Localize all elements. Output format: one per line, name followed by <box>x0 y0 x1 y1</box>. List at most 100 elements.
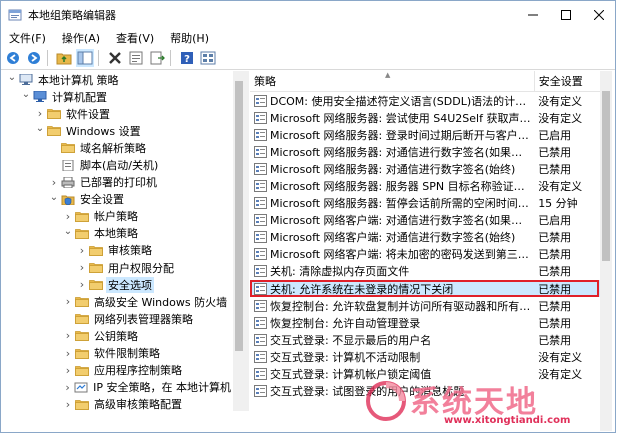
table-row[interactable]: Microsoft 网络服务器: 服务器 SPN 目标名称验证级别 没有定义 <box>250 177 600 194</box>
tree-item[interactable]: ⌄ 本地计算机 策略 <box>3 71 233 88</box>
table-row[interactable]: Microsoft 网络服务器: 对通信进行数字签名(始终) 已禁用 <box>250 160 600 177</box>
tree-item[interactable]: 脚本(启动/关机) <box>3 156 233 173</box>
pane-splitter[interactable] <box>245 71 249 411</box>
menu-file[interactable]: 文件(F) <box>1 30 54 46</box>
help-button[interactable]: ? <box>178 49 196 67</box>
properties-button[interactable] <box>127 49 145 67</box>
tree-item[interactable]: › 应用程序控制策略 <box>3 362 233 379</box>
folder-icon <box>89 246 103 256</box>
column-header-setting[interactable]: 安全设置 <box>535 71 600 91</box>
table-row[interactable]: 交互式登录: 计算机帐户锁定阈值 没有定义 <box>250 366 600 383</box>
tree-item-label: 用户权限分配 <box>108 261 174 275</box>
chevron-right-icon[interactable]: › <box>77 278 87 291</box>
list-scrollbar[interactable] <box>600 71 612 431</box>
tree-item[interactable]: ⌄ 安全设置 <box>3 191 233 208</box>
tree-item[interactable]: › 公钥策略 <box>3 327 233 344</box>
chevron-down-icon[interactable]: ⌄ <box>7 72 17 83</box>
policy-setting-icon <box>254 145 267 158</box>
policy-cell: 交互式登录: 不显示最后的用户名 <box>250 332 532 348</box>
forward-button[interactable] <box>25 49 43 67</box>
group-policy-editor-window: 本地组策略编辑器 文件(F) 操作(A) 查看(V) 帮助(H) ? ⌄ 本地计… <box>0 0 616 433</box>
delete-button[interactable] <box>106 49 124 67</box>
tree-scrollbar-thumb[interactable] <box>235 81 243 351</box>
chevron-right-icon[interactable]: › <box>35 107 45 120</box>
toolbar-separator <box>47 50 48 66</box>
tree-item-label: 网络列表管理器策略 <box>94 312 193 326</box>
tree-item[interactable]: › 高级审核策略配置 <box>3 396 233 411</box>
menu-action[interactable]: 操作(A) <box>54 30 108 46</box>
tree-item-label: 高级审核策略配置 <box>94 398 182 411</box>
chevron-down-icon[interactable]: ⌄ <box>49 192 59 203</box>
column-header-policy[interactable]: ▲ 策略 <box>250 71 535 91</box>
toolbar: ? <box>1 47 615 70</box>
table-row[interactable]: Microsoft 网络服务器: 暂停会话前所需的空闲时间数量 15 分钟 <box>250 195 600 212</box>
folder-icon <box>47 109 61 120</box>
table-row[interactable]: 恢复控制台: 允许软盘复制并访问所有驱动器和所有文件夹 已禁用 <box>250 297 600 314</box>
security-setting-value: 已禁用 <box>538 231 572 245</box>
policy-cell: 交互式登录: 计算机帐户锁定阈值 <box>250 366 532 382</box>
chevron-right-icon[interactable]: › <box>63 381 72 394</box>
window-controls <box>516 1 615 29</box>
chevron-right-icon[interactable]: › <box>63 329 73 342</box>
table-row[interactable]: Microsoft 网络客户端: 对通信进行数字签名(如果服务器允... 已启用 <box>250 212 600 229</box>
tree-scrollbar[interactable] <box>233 71 245 411</box>
folder-icon <box>75 228 89 239</box>
policy-name: 关机: 允许系统在未登录的情况下关闭 <box>270 282 454 296</box>
security-setting-value: 已禁用 <box>538 316 572 330</box>
tree-item[interactable]: ⌄ 计算机配置 <box>3 88 233 105</box>
security-setting-value: 已禁用 <box>538 248 572 262</box>
chevron-down-icon[interactable]: ⌄ <box>35 123 45 134</box>
list-scrollbar-thumb[interactable] <box>602 91 610 261</box>
back-button[interactable] <box>4 49 22 67</box>
chevron-right-icon[interactable]: › <box>49 176 59 189</box>
tree-item-label: 域名解析策略 <box>80 141 146 155</box>
table-row[interactable]: Microsoft 网络服务器: 登录时间过期后断开与客户端的连接已启用 <box>250 126 600 143</box>
tree-item[interactable]: › 软件设置 <box>3 105 233 122</box>
column-header-policy-label: 策略 <box>254 75 276 88</box>
chevron-right-icon[interactable]: › <box>63 347 73 360</box>
chevron-right-icon[interactable]: › <box>63 295 73 308</box>
table-row[interactable]: 关机: 清除虚拟内存页面文件 已禁用 <box>250 263 600 280</box>
chevron-right-icon[interactable]: › <box>77 261 87 274</box>
table-row[interactable]: 关机: 允许系统在未登录的情况下关闭 已禁用 <box>250 280 600 298</box>
table-row[interactable]: Microsoft 网络服务器: 对通信进行数字签名(如果客户端允... 已禁用 <box>250 143 600 160</box>
tree-item[interactable]: › IP 安全策略，在 本地计算机 <box>3 379 233 396</box>
export-button[interactable] <box>148 49 166 67</box>
table-row[interactable]: 恢复控制台: 允许自动管理登录 已禁用 <box>250 314 600 331</box>
show-tree-button[interactable] <box>76 49 94 67</box>
tree-item[interactable]: ⌄ 本地策略 <box>3 225 233 242</box>
tree-item[interactable]: 网络列表管理器策略 <box>3 310 233 327</box>
chevron-right-icon[interactable]: › <box>63 398 73 411</box>
menu-help[interactable]: 帮助(H) <box>162 30 217 46</box>
table-row[interactable]: 交互式登录: 不显示最后的用户名 已禁用 <box>250 331 600 348</box>
window-title: 本地组策略编辑器 <box>28 9 116 22</box>
chevron-right-icon[interactable]: › <box>77 244 87 257</box>
tree-item[interactable]: › 已部署的打印机 <box>3 174 233 191</box>
table-row[interactable]: 交互式登录: 计算机不活动限制 没有定义 <box>250 348 600 365</box>
tree-item[interactable]: 域名解析策略 <box>3 139 233 156</box>
table-row[interactable]: Microsoft 网络客户端: 将未加密的密码发送到第三方 SMB... 已禁用 <box>250 246 600 263</box>
table-row[interactable]: Microsoft 网络服务器: 尝试使用 S4U2Self 获取声明信息 没有定… <box>250 109 600 126</box>
close-button[interactable] <box>582 1 615 29</box>
chevron-right-icon[interactable]: › <box>63 210 73 223</box>
tree-item[interactable]: › 软件限制策略 <box>3 345 233 362</box>
tree-item[interactable]: › 帐户策略 <box>3 208 233 225</box>
group-policy-app-icon <box>8 9 22 21</box>
chevron-down-icon[interactable]: ⌄ <box>21 89 31 100</box>
chevron-down-icon[interactable]: ⌄ <box>63 226 73 237</box>
table-row[interactable]: 交互式登录: 试图登录的用户的消息标题 <box>250 383 600 400</box>
view-button[interactable] <box>199 49 217 67</box>
chevron-right-icon[interactable]: › <box>63 364 73 377</box>
table-row[interactable]: DCOM: 使用安全描述符定义语言(SDDL)语法的计算机启动... 没有定义 <box>250 92 600 109</box>
menu-view[interactable]: 查看(V) <box>108 30 162 46</box>
up-folder-button[interactable] <box>55 49 73 67</box>
tree-item[interactable]: › 安全选项 <box>3 276 233 293</box>
tree-item[interactable]: ⌄ Windows 设置 <box>3 122 233 139</box>
minimize-button[interactable] <box>516 1 549 29</box>
policy-cell: Microsoft 网络服务器: 暂停会话前所需的空闲时间数量 <box>250 195 532 211</box>
tree-item[interactable]: › 高级安全 Windows 防火墙 <box>3 293 233 310</box>
tree-item[interactable]: › 用户权限分配 <box>3 259 233 276</box>
tree-item[interactable]: › 审核策略 <box>3 242 233 259</box>
maximize-button[interactable] <box>549 1 582 29</box>
table-row[interactable]: Microsoft 网络客户端: 对通信进行数字签名(始终) 已禁用 <box>250 229 600 246</box>
